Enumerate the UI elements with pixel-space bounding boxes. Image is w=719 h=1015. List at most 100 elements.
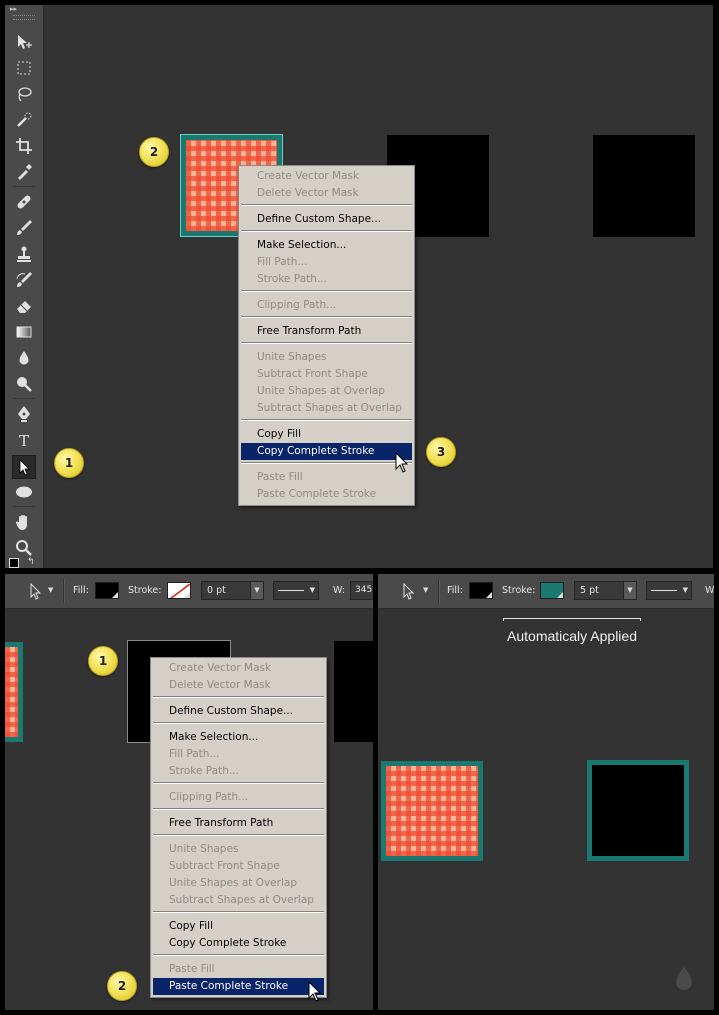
toolbox-collapse-icon[interactable]: ▸▸ [10, 5, 17, 13]
menu-item-create-vector-mask[interactable]: Create Vector Mask [153, 660, 324, 677]
options-bar-right: ▼ Fill: Stroke: 5 pt ▼ ▼ W [378, 574, 714, 609]
menu-item-copy-fill[interactable]: Copy Fill [241, 426, 412, 443]
hand-tool-icon[interactable] [13, 511, 35, 533]
default-colors-icon[interactable] [9, 558, 19, 568]
menu-item-subtract-front-shape[interactable]: Subtract Front Shape [153, 858, 324, 875]
menu-item-free-transform-path[interactable]: Free Transform Path [241, 323, 412, 340]
stroke-label: Stroke: [502, 585, 536, 596]
lasso-tool-icon[interactable] [13, 83, 35, 105]
toolbox-grip[interactable] [13, 15, 35, 20]
stroke-width-dropdown-icon[interactable]: ▼ [250, 581, 264, 600]
gradient-tool-icon[interactable] [13, 321, 35, 343]
plaid-fill [386, 766, 478, 856]
menu-item-unite-shapes-at-overlap[interactable]: Unite Shapes at Overlap [241, 383, 412, 400]
clone-stamp-tool-icon[interactable] [13, 243, 35, 265]
step-badge-1: 1 [54, 448, 84, 478]
menu-item-make-selection[interactable]: Make Selection... [153, 729, 324, 746]
plaid-fill [5, 647, 18, 737]
menu-item-define-custom-shape[interactable]: Define Custom Shape... [153, 703, 324, 720]
menu-item-subtract-shapes-at-overlap[interactable]: Subtract Shapes at Overlap [153, 892, 324, 909]
stroke-swatch-none[interactable] [167, 582, 191, 599]
menu-item-paste-complete-stroke[interactable]: Paste Complete Stroke [241, 486, 412, 503]
menu-item-copy-complete-stroke[interactable]: Copy Complete Stroke [153, 935, 324, 952]
menu-item-create-vector-mask[interactable]: Create Vector Mask [241, 168, 412, 185]
blur-tool-icon[interactable] [13, 347, 35, 369]
menu-item-copy-complete-stroke[interactable]: Copy Complete Stroke [241, 443, 412, 460]
shape-black-square-3[interactable] [593, 135, 695, 237]
menu-separator [153, 782, 324, 784]
menu-item-fill-path[interactable]: Fill Path... [241, 254, 412, 271]
menu-separator [241, 419, 412, 421]
eraser-tool-icon[interactable] [13, 295, 35, 317]
marquee-tool-icon[interactable] [13, 57, 35, 79]
shape-black-square-stroked[interactable] [587, 760, 689, 861]
menu-item-clipping-path[interactable]: Clipping Path... [241, 297, 412, 314]
path-selection-tool-icon[interactable] [12, 455, 36, 479]
menu-item-stroke-path[interactable]: Stroke Path... [241, 271, 412, 288]
menu-item-delete-vector-mask[interactable]: Delete Vector Mask [241, 185, 412, 202]
pen-tool-icon[interactable] [13, 403, 35, 425]
shape-plaid-partial[interactable] [5, 642, 23, 742]
menu-item-paste-fill[interactable]: Paste Fill [241, 469, 412, 486]
healing-brush-tool-icon[interactable] [13, 191, 35, 213]
menu-item-subtract-front-shape[interactable]: Subtract Front Shape [241, 366, 412, 383]
history-brush-tool-icon[interactable] [13, 269, 35, 291]
menu-separator [241, 290, 412, 292]
menu-item-clipping-path[interactable]: Clipping Path... [153, 789, 324, 806]
stroke-width-dropdown-icon[interactable]: ▼ [623, 581, 637, 600]
menu-item-unite-shapes[interactable]: Unite Shapes [241, 349, 412, 366]
menu-item-unite-shapes[interactable]: Unite Shapes [153, 841, 324, 858]
stroke-type-dropdown[interactable]: ▼ [273, 581, 319, 600]
fill-label: Fill: [73, 585, 89, 596]
watermark-logo-icon [676, 967, 692, 990]
path-selection-tool-icon[interactable] [402, 583, 416, 601]
menu-item-define-custom-shape[interactable]: Define Custom Shape... [241, 211, 412, 228]
annotation-text: Automaticaly Applied [507, 628, 637, 644]
move-tool-icon[interactable] [13, 31, 35, 53]
menu-item-make-selection[interactable]: Make Selection... [241, 237, 412, 254]
menu-item-stroke-path[interactable]: Stroke Path... [153, 763, 324, 780]
menu-item-copy-fill[interactable]: Copy Fill [153, 918, 324, 935]
width-field[interactable]: 345 [350, 581, 373, 600]
menu-separator [241, 230, 412, 232]
tool-preset-dropdown-icon[interactable]: ▼ [48, 586, 53, 594]
menu-item-paste-fill[interactable]: Paste Fill [153, 961, 324, 978]
menu-separator [241, 316, 412, 318]
menu-separator [153, 808, 324, 810]
stroke-type-dropdown[interactable]: ▼ [646, 581, 692, 600]
menu-item-paste-complete-stroke[interactable]: Paste Complete Stroke [153, 978, 324, 995]
menu-item-free-transform-path[interactable]: Free Transform Path [153, 815, 324, 832]
ellipse-tool-icon[interactable] [13, 481, 35, 503]
menu-separator [153, 722, 324, 724]
menu-item-fill-path[interactable]: Fill Path... [153, 746, 324, 763]
eyedropper-tool-icon[interactable] [13, 161, 35, 183]
toolbox: ▸▸ T ↰ [5, 5, 44, 568]
shape-fill [592, 765, 684, 856]
menu-separator [153, 696, 324, 698]
stroke-width-field[interactable]: 0 pt [201, 581, 251, 600]
quick-selection-tool-icon[interactable] [13, 109, 35, 131]
shape-plaid[interactable] [381, 761, 483, 861]
svg-text:T: T [19, 432, 29, 449]
path-selection-tool-icon[interactable] [29, 583, 43, 601]
fill-label: Fill: [447, 585, 463, 596]
fill-swatch[interactable] [95, 582, 119, 599]
tool-preset-dropdown-icon[interactable]: ▼ [423, 586, 428, 594]
zoom-tool-icon[interactable] [13, 537, 35, 559]
mouse-cursor-icon [308, 981, 322, 1002]
crop-tool-icon[interactable] [13, 135, 35, 157]
dodge-tool-icon[interactable] [13, 373, 35, 395]
menu-item-delete-vector-mask[interactable]: Delete Vector Mask [153, 677, 324, 694]
stroke-swatch-teal[interactable] [540, 582, 564, 599]
menu-separator [153, 954, 324, 956]
mouse-cursor-icon [395, 452, 409, 473]
fill-swatch[interactable] [469, 582, 493, 599]
menu-item-subtract-shapes-at-overlap[interactable]: Subtract Shapes at Overlap [241, 400, 412, 417]
swap-colors-icon[interactable]: ↰ [27, 557, 35, 567]
menu-separator [241, 462, 412, 464]
menu-item-unite-shapes-at-overlap[interactable]: Unite Shapes at Overlap [153, 875, 324, 892]
stroke-width-field[interactable]: 5 pt [574, 581, 624, 600]
shape-black-square-partial[interactable] [334, 641, 373, 742]
brush-tool-icon[interactable] [13, 217, 35, 239]
type-tool-icon[interactable]: T [13, 429, 35, 451]
